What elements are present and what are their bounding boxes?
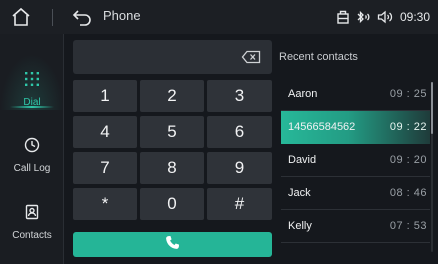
bluetooth-icon [355, 10, 371, 24]
contact-name: Jack [288, 187, 311, 199]
call-time: 09 : 20 [389, 154, 427, 166]
volume-icon [377, 10, 394, 24]
key-hash[interactable]: # [207, 188, 272, 220]
clock-time: 09:30 [399, 10, 430, 24]
nav-item-dial[interactable]: Dial [0, 71, 64, 108]
backspace-icon[interactable] [241, 50, 261, 64]
keypad: 1 2 3 4 5 6 7 8 9 * 0 # [73, 80, 272, 220]
list-item[interactable]: Jack 08 : 46 [281, 177, 430, 210]
key-9[interactable]: 9 [207, 152, 272, 184]
contact-name: Aaron [288, 88, 318, 100]
call-time: 08 : 46 [389, 187, 427, 199]
nav-item-label: Call Log [13, 163, 51, 174]
key-5[interactable]: 5 [140, 116, 204, 148]
topbar-divider [52, 9, 53, 26]
list-item[interactable]: Aaron 09 : 25 [281, 78, 430, 111]
nav-item-call-log[interactable]: Call Log [0, 137, 64, 174]
call-time: 09 : 22 [389, 121, 427, 133]
key-0[interactable]: 0 [140, 188, 204, 220]
call-time: 07 : 53 [389, 220, 427, 232]
key-8[interactable]: 8 [140, 152, 204, 184]
key-2[interactable]: 2 [140, 80, 204, 112]
call-time: 09 : 25 [389, 88, 427, 100]
side-nav: Dial Call Log Contacts [0, 34, 64, 264]
active-tab-indicator [10, 106, 54, 108]
nav-item-contacts[interactable]: Contacts [0, 204, 64, 241]
recent-contacts-panel: Recent contacts Aaron 09 : 25 1456658456… [278, 34, 438, 264]
number-entry[interactable] [73, 40, 272, 74]
scrollbar[interactable] [431, 82, 433, 252]
back-icon[interactable] [70, 6, 94, 28]
key-star[interactable]: * [73, 188, 137, 220]
clock-icon [24, 137, 40, 158]
status-area: 09:30 [337, 8, 430, 26]
scrollbar-thumb[interactable] [431, 82, 433, 134]
nav-item-label: Contacts [12, 230, 52, 241]
top-bar: Phone 09:30 [0, 0, 438, 34]
list-item[interactable]: Kelly 07 : 53 [281, 210, 430, 243]
contact-name: Kelly [288, 220, 312, 232]
contact-name: 14566584562 [288, 121, 356, 133]
battery-icon [337, 10, 349, 24]
contact-name: David [288, 154, 317, 166]
app-title: Phone [103, 8, 141, 23]
recent-contacts-title: Recent contacts [279, 51, 358, 63]
contacts-icon [24, 204, 40, 225]
recent-contacts-list: Aaron 09 : 25 14566584562 09 : 22 David … [281, 78, 430, 243]
key-3[interactable]: 3 [207, 80, 272, 112]
list-item[interactable]: David 09 : 20 [281, 144, 430, 177]
key-4[interactable]: 4 [73, 116, 137, 148]
list-item[interactable]: 14566584562 09 : 22 [281, 111, 430, 144]
key-7[interactable]: 7 [73, 152, 137, 184]
key-6[interactable]: 6 [207, 116, 272, 148]
home-icon[interactable] [10, 6, 32, 28]
key-1[interactable]: 1 [73, 80, 137, 112]
dialpad-icon [24, 71, 40, 92]
phone-icon [165, 235, 180, 255]
call-button[interactable] [73, 232, 272, 257]
